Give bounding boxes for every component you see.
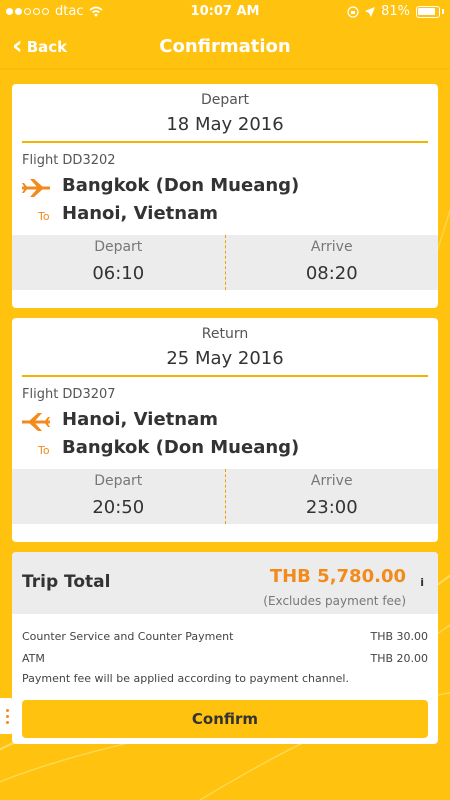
depart-time-label: Depart xyxy=(94,239,143,255)
battery-tip xyxy=(442,9,444,14)
payment-fee-note: Payment fee will be applied according to… xyxy=(22,672,349,685)
fee-amount: THB 20.00 xyxy=(370,652,428,665)
return-date-header: Return 25 May 2016 xyxy=(12,318,438,369)
excludes-fee-note: (Excludes payment fee) xyxy=(263,594,406,608)
return-flight-card: Return 25 May 2016 Flight DD3207 Hanoi, … xyxy=(12,318,438,542)
return-section-label: Return xyxy=(201,326,249,342)
depart-flight-card: Depart 18 May 2016 Flight DD3202 Bangkok… xyxy=(12,84,438,308)
plane-icon xyxy=(22,179,50,197)
status-right: 81% xyxy=(347,4,444,19)
depart-time-label: Depart xyxy=(94,473,143,489)
location-arrow-icon xyxy=(365,6,376,17)
depart-section-label: Depart xyxy=(200,92,250,108)
arrive-time-column: Arrive 08:20 xyxy=(226,235,439,290)
route: Hanoi, Vietnam To Bangkok (Don Mueang) xyxy=(12,406,438,468)
fee-row: Counter Service and Counter Payment THB … xyxy=(12,626,438,648)
trip-total-amount: THB 5,780.00 xyxy=(269,566,406,587)
flight-times: Depart 06:10 Arrive 08:20 xyxy=(12,235,438,290)
plane-icon xyxy=(22,413,50,431)
origin-city: Bangkok (Don Mueang) xyxy=(62,175,300,196)
info-icon[interactable]: i xyxy=(420,576,424,589)
arrive-time-column: Arrive 23:00 xyxy=(226,469,439,524)
flight-number: Flight DD3202 xyxy=(22,153,116,168)
fee-amount: THB 30.00 xyxy=(370,630,428,643)
status-bar: dtac 10:07 AM 81% xyxy=(0,0,450,26)
destination-city: Hanoi, Vietnam xyxy=(62,203,218,224)
fee-name: Counter Service and Counter Payment xyxy=(22,630,234,643)
return-date: 25 May 2016 xyxy=(166,348,284,369)
trip-total-band: Trip Total THB 5,780.00 i (Excludes paym… xyxy=(12,552,438,614)
depart-date-header: Depart 18 May 2016 xyxy=(12,84,438,135)
fee-name: ATM xyxy=(22,652,45,665)
orientation-lock-icon xyxy=(347,5,359,18)
trip-total-label: Trip Total xyxy=(22,572,111,592)
trip-total-card: Trip Total THB 5,780.00 i (Excludes paym… xyxy=(12,552,438,744)
to-label: To xyxy=(38,210,50,223)
depart-time: 06:10 xyxy=(92,263,145,284)
destination-city: Bangkok (Don Mueang) xyxy=(62,437,300,458)
depart-time-column: Depart 06:10 xyxy=(12,235,225,290)
depart-time-column: Depart 20:50 xyxy=(12,469,225,524)
page-title: Confirmation xyxy=(159,36,291,57)
route: Bangkok (Don Mueang) To Hanoi, Vietnam xyxy=(12,172,438,234)
arrive-time: 23:00 xyxy=(305,497,358,518)
confirm-button[interactable]: Confirm xyxy=(22,700,428,738)
battery-percent: 81% xyxy=(381,4,410,19)
nav-bar: ‹ Back Confirmation xyxy=(0,26,450,68)
fee-row: ATM THB 20.00 xyxy=(12,648,438,670)
arrive-time: 08:20 xyxy=(305,263,358,284)
payment-fee-list: Counter Service and Counter Payment THB … xyxy=(12,614,438,685)
to-label: To xyxy=(38,444,50,457)
depart-date: 18 May 2016 xyxy=(166,114,284,135)
origin-city: Hanoi, Vietnam xyxy=(62,409,218,430)
battery-icon xyxy=(416,5,440,18)
depart-time: 20:50 xyxy=(92,497,145,518)
flight-times: Depart 20:50 Arrive 23:00 xyxy=(12,469,438,524)
arrive-time-label: Arrive xyxy=(310,473,353,489)
flight-number: Flight DD3207 xyxy=(22,387,116,402)
arrive-time-label: Arrive xyxy=(310,239,353,255)
side-drawer-handle[interactable] xyxy=(0,698,14,734)
